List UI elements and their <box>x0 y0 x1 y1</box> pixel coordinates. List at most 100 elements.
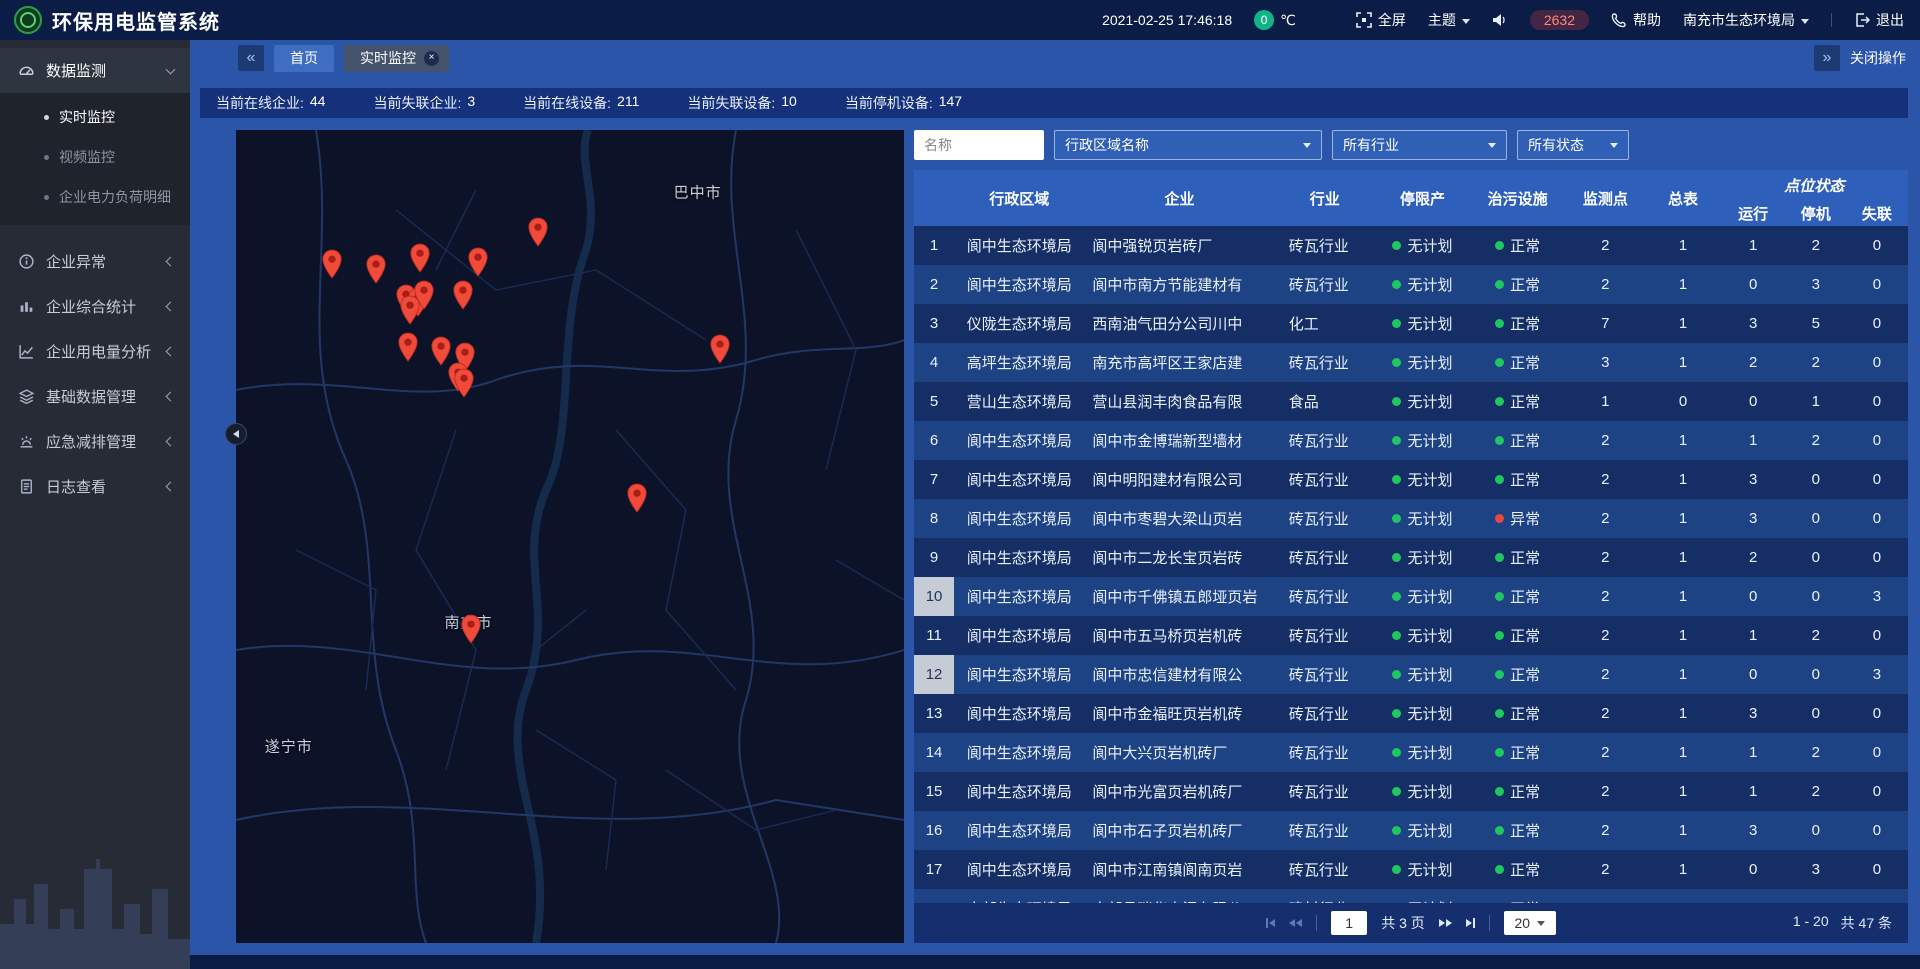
map-pin[interactable] <box>710 334 731 369</box>
sidebar-item-base-data[interactable]: 基础数据管理 <box>0 374 190 419</box>
close-icon[interactable]: × <box>424 51 439 66</box>
map-pin[interactable] <box>461 614 482 649</box>
name-filter-input[interactable] <box>914 130 1044 160</box>
map-pin[interactable] <box>527 217 548 252</box>
close-operations-dropdown[interactable]: » 关闭操作 <box>1814 45 1906 71</box>
table-row[interactable]: 8 阆中生态环境局 阆中市枣碧大梁山页岩 砖瓦行业 无计划 异常 2 1 3 0… <box>914 499 1908 538</box>
table-row[interactable]: 16 阆中生态环境局 阆中市石子页岩机砖厂 砖瓦行业 无计划 正常 2 1 3 … <box>914 811 1908 850</box>
row-industry-cell: 砖瓦行业 <box>1275 694 1375 733</box>
table-row[interactable]: 15 阆中生态环境局 阆中市光富页岩机砖厂 砖瓦行业 无计划 正常 2 1 1 … <box>914 772 1908 811</box>
fullscreen-button[interactable]: 全屏 <box>1356 10 1406 30</box>
sidebar-item-enterprise-statistics[interactable]: 企业综合统计 <box>0 284 190 329</box>
map-pin[interactable] <box>454 368 475 403</box>
table-row[interactable]: 9 阆中生态环境局 阆中市二龙长宝页岩砖 砖瓦行业 无计划 正常 2 1 2 0… <box>914 538 1908 577</box>
page-number-input[interactable] <box>1331 911 1367 935</box>
map-collapse-toggle[interactable] <box>225 423 247 445</box>
sidebar-item-power-analysis[interactable]: 企业用电量分析 <box>0 329 190 374</box>
sidebar-subitem-video-monitor[interactable]: 视频监控 <box>0 137 190 177</box>
map-pin[interactable] <box>321 249 342 284</box>
table-row[interactable]: 17 阆中生态环境局 阆中市江南镇阆南页岩 砖瓦行业 无计划 正常 2 1 0 … <box>914 850 1908 889</box>
org-dropdown[interactable]: 南充市生态环境局 <box>1683 10 1809 30</box>
map-pin[interactable] <box>627 483 648 518</box>
sidebar-item-log-view[interactable]: 日志查看 <box>0 464 190 509</box>
row-company-cell[interactable]: 阆中市金福旺页岩机砖 <box>1084 694 1274 733</box>
theme-dropdown[interactable]: 主题 <box>1428 10 1470 30</box>
row-company-cell[interactable]: 营山县润丰肉食品有限 <box>1084 382 1274 421</box>
tab-realtime-monitor[interactable]: 实时监控 × <box>344 45 449 72</box>
row-company-cell[interactable]: 西南油气田分公司川中 <box>1084 304 1274 343</box>
map-pin[interactable] <box>410 243 431 278</box>
map-pin[interactable] <box>400 295 421 330</box>
row-company-cell[interactable]: 阆中市枣碧大梁山页岩 <box>1084 499 1274 538</box>
industry-filter-select[interactable]: 所有行业 <box>1332 130 1507 160</box>
row-company-cell[interactable]: 南充市高坪区王家店建 <box>1084 343 1274 382</box>
table-row[interactable]: 12 阆中生态环境局 阆中市忠信建材有限公 砖瓦行业 无计划 正常 2 1 0 … <box>914 655 1908 694</box>
table-row[interactable]: 6 阆中生态环境局 阆中市金博瑞新型墙材 砖瓦行业 无计划 正常 2 1 1 2… <box>914 421 1908 460</box>
map-pin[interactable] <box>453 280 474 315</box>
row-company-cell[interactable]: 阆中市千佛镇五郎垭页岩 <box>1084 577 1274 616</box>
pagination-next-button[interactable] <box>1439 919 1452 927</box>
row-company-cell[interactable]: 阆中市南方节能建材有 <box>1084 265 1274 304</box>
row-facility-status-cell: 正常 <box>1470 616 1565 655</box>
region-filter-select[interactable]: 行政区域名称 <box>1054 130 1322 160</box>
sidebar-item-enterprise-abnormal[interactable]: 企业异常 <box>0 239 190 284</box>
row-stop-status-cell: 无计划 <box>1375 772 1470 811</box>
row-company-cell[interactable]: 阆中市二龙长宝页岩砖 <box>1084 538 1274 577</box>
row-company-cell[interactable]: 阆中大兴页岩机砖厂 <box>1084 733 1274 772</box>
sidebar-item-data-monitoring[interactable]: 数据监测 <box>0 48 190 93</box>
row-company-cell[interactable]: 阆中市金博瑞新型墙材 <box>1084 421 1274 460</box>
sidebar-item-emergency-reduction[interactable]: 应急减排管理 <box>0 419 190 464</box>
table-row[interactable]: 4 高坪生态环境局 南充市高坪区王家店建 砖瓦行业 无计划 正常 3 1 2 2… <box>914 343 1908 382</box>
row-company-cell[interactable]: 阆中市江南镇阆南页岩 <box>1084 850 1274 889</box>
row-index-cell: 9 <box>914 538 954 577</box>
logout-button[interactable]: 退出 <box>1854 10 1904 30</box>
tabs-scroll-left-button[interactable]: « <box>238 45 264 71</box>
tab-home[interactable]: 首页 <box>274 45 334 72</box>
map-pin[interactable] <box>468 247 489 282</box>
row-company-cell[interactable]: 南部县瑞华水泥有限公 <box>1084 889 1274 903</box>
table-row[interactable]: 3 仪陇生态环境局 西南油气田分公司川中 化工 无计划 正常 7 1 3 5 0 <box>914 304 1908 343</box>
status-dot-icon <box>1392 397 1401 406</box>
row-company-cell[interactable]: 阆中市忠信建材有限公 <box>1084 655 1274 694</box>
map-pin[interactable] <box>398 332 419 367</box>
row-stopped-count-cell: 2 <box>1786 616 1846 655</box>
status-filter-select[interactable]: 所有状态 <box>1517 130 1629 160</box>
row-facility-status-cell: 正常 <box>1470 538 1565 577</box>
row-company-cell[interactable]: 阆中强锐页岩砖厂 <box>1084 226 1274 265</box>
status-dot-icon <box>1392 280 1401 289</box>
table-row[interactable]: 14 阆中生态环境局 阆中大兴页岩机砖厂 砖瓦行业 无计划 正常 2 1 1 2… <box>914 733 1908 772</box>
announcement-button[interactable] <box>1492 12 1508 28</box>
sidebar-subitem-power-load-detail[interactable]: 企业电力负荷明细 <box>0 177 190 217</box>
row-company-cell[interactable]: 阆中市石子页岩机砖厂 <box>1084 811 1274 850</box>
row-company-cell[interactable]: 阆中市光富页岩机砖厂 <box>1084 772 1274 811</box>
pagination-last-button[interactable] <box>1466 918 1475 928</box>
col-stopped: 停机 <box>1786 200 1846 226</box>
map-pin[interactable] <box>365 254 386 289</box>
help-button[interactable]: 帮助 <box>1611 10 1661 30</box>
alert-count-badge[interactable]: 2632 <box>1530 10 1589 30</box>
table-row[interactable]: 2 阆中生态环境局 阆中市南方节能建材有 砖瓦行业 无计划 正常 2 1 0 3… <box>914 265 1908 304</box>
row-facility-status-cell: 正常 <box>1470 577 1565 616</box>
table-row[interactable]: 7 阆中生态环境局 阆中明阳建材有限公司 砖瓦行业 无计划 正常 2 1 3 0… <box>914 460 1908 499</box>
page-size-select[interactable]: 20 <box>1504 911 1556 935</box>
row-company-cell[interactable]: 阆中市五马桥页岩机砖 <box>1084 616 1274 655</box>
row-company-cell[interactable]: 阆中明阳建材有限公司 <box>1084 460 1274 499</box>
table-row[interactable]: 13 阆中生态环境局 阆中市金福旺页岩机砖 砖瓦行业 无计划 正常 2 1 3 … <box>914 694 1908 733</box>
pagination-first-button[interactable] <box>1266 918 1275 928</box>
table-row[interactable]: 11 阆中生态环境局 阆中市五马桥页岩机砖 砖瓦行业 无计划 正常 2 1 1 … <box>914 616 1908 655</box>
gauge-icon <box>18 62 35 79</box>
row-stopped-count-cell: 0 <box>1786 577 1846 616</box>
table-row[interactable]: 5 营山生态环境局 营山县润丰肉食品有限 食品 无计划 正常 1 0 0 1 0 <box>914 382 1908 421</box>
map-panel[interactable]: 巴中市南充市遂宁市 <box>236 130 904 943</box>
row-monitor-count-cell: 2 <box>1565 772 1645 811</box>
stats-bar: 当前在线企业:44 当前失联企业:3 当前在线设备:211 当前失联设备:10 … <box>200 88 1908 118</box>
table-row[interactable]: 10 阆中生态环境局 阆中市千佛镇五郎垭页岩 砖瓦行业 无计划 正常 2 1 0… <box>914 577 1908 616</box>
pagination-prev-button[interactable] <box>1289 919 1302 927</box>
status-dot-icon <box>1392 514 1401 523</box>
table-row[interactable]: 1 阆中生态环境局 阆中强锐页岩砖厂 砖瓦行业 无计划 正常 2 1 1 2 0 <box>914 226 1908 265</box>
row-index-cell: 17 <box>914 850 954 889</box>
app-logo-icon <box>14 6 42 34</box>
tabs-scroll-right-button[interactable]: » <box>1814 45 1840 71</box>
table-row[interactable]: 18 南部生态环境局 南部县瑞华水泥有限公 建材行业 无计划 正常 2 1 0 … <box>914 889 1908 903</box>
sidebar-subitem-realtime-monitor[interactable]: 实时监控 <box>0 97 190 137</box>
